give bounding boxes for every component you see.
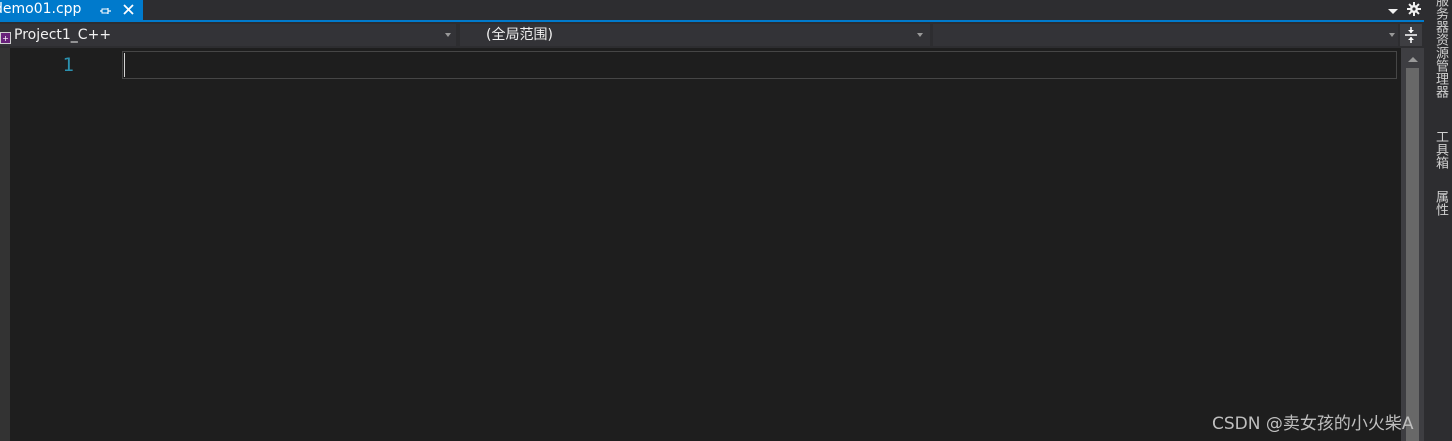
- scope-dropdown-label: (全局范围): [486, 27, 553, 43]
- vertical-scrollbar[interactable]: [1401, 48, 1424, 441]
- indicator-margin: [0, 48, 10, 441]
- pin-icon[interactable]: [99, 3, 113, 17]
- project-dropdown[interactable]: + Project1_C++: [0, 24, 456, 46]
- chevron-down-icon: [445, 33, 451, 37]
- tab-demo01-cpp[interactable]: demo01.cpp: [0, 0, 143, 20]
- chevron-down-icon: [1389, 33, 1395, 37]
- side-tab-properties[interactable]: 属性: [1429, 190, 1448, 216]
- scrollbar-thumb[interactable]: [1406, 68, 1419, 441]
- document-tab-strip: demo01.cpp: [0, 0, 1424, 20]
- close-icon[interactable]: [121, 2, 136, 17]
- visual-studio-window: demo01.cpp + Project1_C++ (全局范围) 1 服务器资源…: [0, 0, 1452, 441]
- watermark: CSDN @卖女孩的小火柴A: [1212, 414, 1414, 434]
- chevron-down-icon: [917, 33, 923, 37]
- scope-dropdown[interactable]: (全局范围): [460, 24, 930, 46]
- cpp-project-icon: +: [0, 29, 11, 44]
- line-number: 1: [62, 54, 74, 76]
- current-line-highlight: [122, 51, 1397, 79]
- scroll-up-icon[interactable]: [1408, 57, 1418, 62]
- code-editor[interactable]: 1: [0, 48, 1401, 441]
- side-tab-toolbox[interactable]: 工具箱: [1429, 130, 1448, 169]
- project-dropdown-label: Project1_C++: [14, 27, 112, 43]
- navigation-bar: + Project1_C++ (全局范围): [0, 22, 1424, 48]
- svg-text:+: +: [2, 34, 9, 43]
- chevron-down-icon[interactable]: [1386, 3, 1400, 17]
- text-caret: [124, 53, 125, 77]
- gear-icon[interactable]: [1406, 1, 1422, 17]
- side-tool-panel: 服务器资源管理器 工具箱 属性: [1424, 0, 1452, 441]
- split-window-button[interactable]: [1400, 24, 1422, 46]
- member-dropdown[interactable]: [933, 24, 1398, 46]
- side-tab-server-explorer[interactable]: 服务器资源管理器: [1429, 0, 1448, 98]
- split-window-icon: [1405, 27, 1417, 43]
- tab-title: demo01.cpp: [0, 1, 82, 17]
